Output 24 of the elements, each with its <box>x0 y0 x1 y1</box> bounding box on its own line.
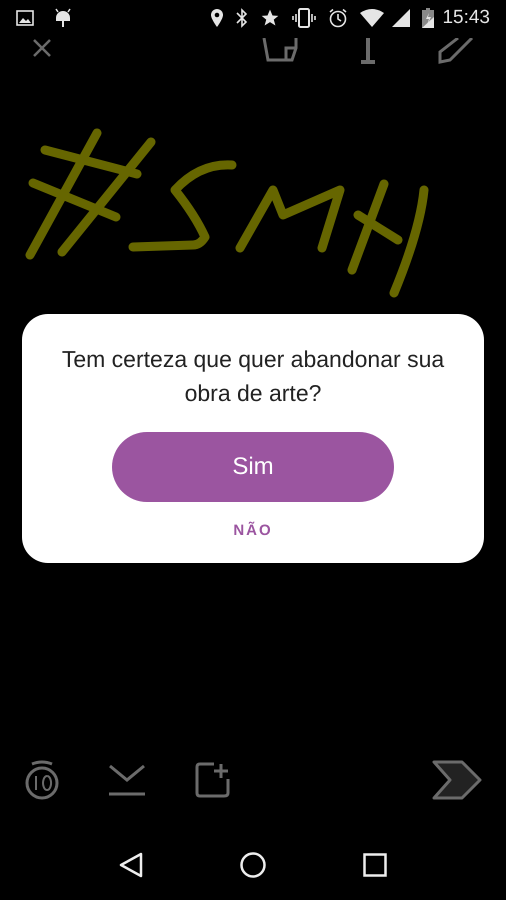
wifi-icon <box>360 9 384 27</box>
send-arrow-icon[interactable] <box>432 760 482 800</box>
timer-icon[interactable] <box>24 760 60 800</box>
confirm-button[interactable]: Sim <box>112 432 394 502</box>
add-story-icon[interactable] <box>194 761 232 799</box>
cancel-button[interactable]: NÃO <box>233 520 273 542</box>
status-time: 15:43 <box>442 6 490 30</box>
image-icon <box>16 10 34 26</box>
star-icon <box>260 8 280 28</box>
location-icon <box>210 8 224 28</box>
home-icon[interactable] <box>240 852 266 878</box>
android-icon <box>54 8 72 28</box>
signal-icon <box>392 9 410 27</box>
bluetooth-icon <box>236 8 248 28</box>
recents-icon[interactable] <box>363 853 388 877</box>
close-icon[interactable] <box>32 38 52 58</box>
back-icon[interactable] <box>118 852 143 878</box>
pencil-icon[interactable] <box>438 38 474 64</box>
alarm-icon <box>328 8 348 28</box>
vibrate-icon <box>292 8 316 28</box>
download-icon[interactable] <box>108 764 146 796</box>
battery-icon <box>422 8 434 28</box>
dialog-message: Tem certeza que quer abandonar sua obra de arte? <box>60 345 446 408</box>
text-icon[interactable] <box>360 38 376 64</box>
